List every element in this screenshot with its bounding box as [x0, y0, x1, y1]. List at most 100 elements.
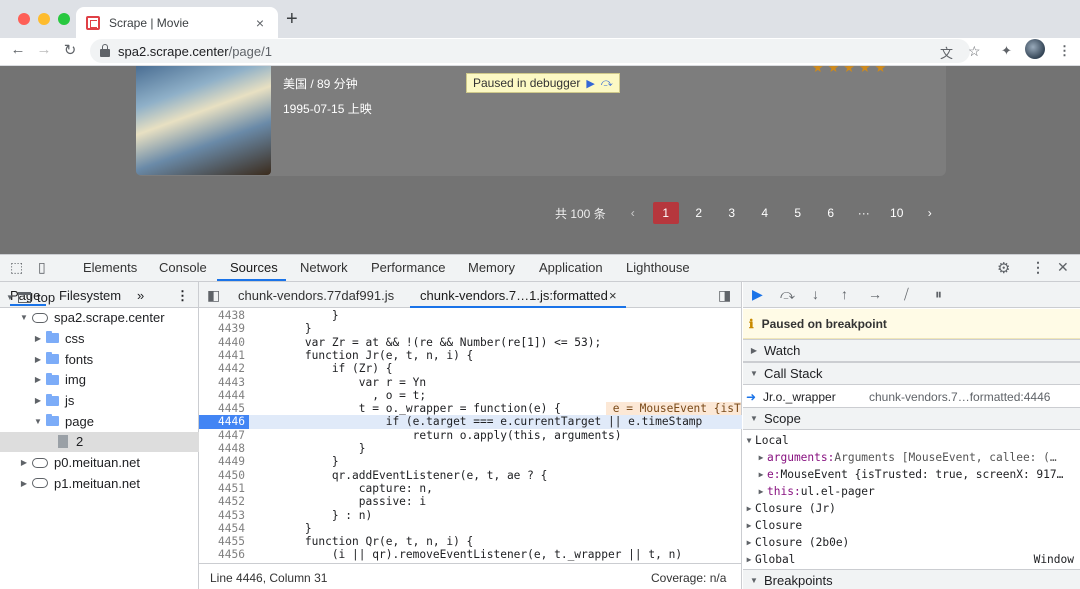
tree-item[interactable]: ▶ css: [0, 328, 199, 348]
tab-lighthouse[interactable]: Lighthouse: [626, 260, 690, 275]
line-number[interactable]: 4456: [199, 548, 245, 561]
code-line[interactable]: 4455 function Qr(e, t, n, i) {: [199, 535, 742, 548]
tree-item[interactable]: ▼ page: [0, 411, 199, 431]
pager-next-button[interactable]: ›: [917, 202, 943, 224]
line-number[interactable]: 4442: [199, 362, 245, 375]
zoom-window-button[interactable]: [58, 13, 70, 25]
line-number[interactable]: 4449: [199, 455, 245, 468]
code-line[interactable]: 4439 }: [199, 322, 742, 335]
line-number[interactable]: 4444: [199, 389, 245, 402]
code-line[interactable]: 4447 return o.apply(this, arguments): [199, 429, 742, 442]
call-stack-section-header[interactable]: ▼ Call Stack: [743, 362, 1080, 385]
line-number[interactable]: 4448: [199, 442, 245, 455]
global-row[interactable]: ▶ Global Window: [743, 551, 1080, 568]
pager-page-4[interactable]: 4: [752, 202, 778, 224]
breakpoint-line[interactable]: 4446 if (e.target === e.currentTarget ||…: [199, 415, 742, 429]
new-tab-button[interactable]: +: [286, 8, 298, 31]
code-line[interactable]: 4444 , o = t;: [199, 389, 742, 402]
tree-item[interactable]: ▶ img: [0, 370, 199, 390]
resume-script-icon[interactable]: ▶: [752, 286, 763, 303]
tab-elements[interactable]: Elements: [83, 260, 137, 275]
address-bar[interactable]: spa2.scrape.center/page/1: [90, 39, 970, 63]
line-number[interactable]: 4441: [199, 349, 245, 362]
step-into-icon[interactable]: ↓: [812, 286, 819, 302]
code-line[interactable]: 4442 if (Zr) {: [199, 362, 742, 375]
code-line[interactable]: 4456 (i || qr).removeEventListener(e, t.…: [199, 548, 742, 561]
tree-item[interactable]: ▼ spa2.scrape.center: [0, 308, 199, 328]
close-window-button[interactable]: [18, 13, 30, 25]
code-line[interactable]: 4449 }: [199, 455, 742, 468]
editor-tab-formatted[interactable]: chunk-vendors.7…1.js:formatted: [420, 288, 608, 303]
line-number[interactable]: 4438: [199, 309, 245, 322]
toggle-debugger-icon[interactable]: ◨: [718, 287, 731, 304]
resume-icon[interactable]: ▶: [586, 77, 594, 90]
tab-console[interactable]: Console: [159, 260, 207, 275]
editor-tab-minified[interactable]: chunk-vendors.77daf991.js: [238, 288, 394, 303]
pager-page-3[interactable]: 3: [719, 202, 745, 224]
scope-var-row[interactable]: ▶ e: MouseEvent {isTrusted: true, screenX…: [743, 466, 1080, 483]
browser-tab[interactable]: Scrape | Movie ×: [76, 7, 278, 38]
step-over-icon[interactable]: ⤼: [601, 77, 613, 90]
forward-arrow-icon[interactable]: →: [34, 41, 54, 58]
tab-memory[interactable]: Memory: [468, 260, 515, 275]
line-number[interactable]: 4443: [199, 376, 245, 389]
line-number[interactable]: 4451: [199, 482, 245, 495]
pager-prev-button[interactable]: ‹: [620, 202, 646, 224]
translate-icon[interactable]: 文: [940, 43, 953, 62]
code-line[interactable]: 4451 capture: n,: [199, 482, 742, 495]
closure-row[interactable]: ▶ Closure: [743, 517, 1080, 534]
devtools-menu-icon[interactable]: ⋮: [1031, 259, 1045, 276]
code-line[interactable]: 4445 t = o._wrapper = function(e) { e = …: [199, 402, 742, 416]
tab-performance[interactable]: Performance: [371, 260, 445, 275]
closure-row[interactable]: ▶ Closure (Jr): [743, 500, 1080, 517]
code-line[interactable]: 4448 }: [199, 442, 742, 455]
step-icon[interactable]: →: [868, 286, 882, 302]
line-number[interactable]: 4454: [199, 522, 245, 535]
minimize-window-button[interactable]: [38, 13, 50, 25]
pager-page-2[interactable]: 2: [686, 202, 712, 224]
line-number[interactable]: 4440: [199, 336, 245, 349]
code-line[interactable]: 4441 function Jr(e, t, n, i) {: [199, 349, 742, 362]
pause-on-exceptions-icon[interactable]: ⏸: [935, 286, 942, 303]
tab-close-icon[interactable]: ×: [252, 15, 268, 31]
code-line[interactable]: 4452 passive: i: [199, 495, 742, 508]
tab-sources[interactable]: Sources: [230, 260, 278, 275]
line-number[interactable]: 4452: [199, 495, 245, 508]
line-number[interactable]: 4455: [199, 535, 245, 548]
line-number[interactable]: 4450: [199, 469, 245, 482]
tree-item[interactable]: 2: [0, 431, 199, 452]
tree-item[interactable]: ▶ js: [0, 391, 199, 411]
pager-page-10[interactable]: 10: [884, 202, 910, 224]
watch-section-header[interactable]: ▶ Watch: [743, 339, 1080, 362]
breakpoints-section-header[interactable]: ▼ Breakpoints: [743, 569, 1080, 589]
step-over-icon[interactable]: ⤼: [780, 286, 795, 303]
step-out-icon[interactable]: ↑: [841, 286, 848, 302]
code-line[interactable]: 4450 qr.addEventListener(e, t, ae ? {: [199, 469, 742, 482]
tab-application[interactable]: Application: [539, 260, 603, 275]
deactivate-breakpoints-icon[interactable]: ⧸: [904, 286, 909, 303]
device-toolbar-icon[interactable]: ▯: [38, 259, 46, 276]
movie-poster[interactable]: [136, 66, 271, 175]
tab-network[interactable]: Network: [300, 260, 348, 275]
tree-item[interactable]: ▶ p1.meituan.net: [0, 473, 199, 493]
code-line[interactable]: 4453 } : n): [199, 509, 742, 522]
pager-page-1[interactable]: 1: [652, 202, 679, 224]
call-frame-row[interactable]: ➜ Jr.o._wrapper chunk-vendors.7…formatte…: [743, 387, 1080, 407]
settings-gear-icon[interactable]: ⚙: [997, 259, 1010, 277]
line-number[interactable]: 4447: [199, 429, 245, 442]
reload-icon[interactable]: ↻: [60, 41, 80, 59]
pager-ellipsis[interactable]: ···: [851, 202, 877, 224]
pager-page-5[interactable]: 5: [785, 202, 811, 224]
code-view[interactable]: 4438 } 4439 } 4440 var Zr = at && !(re && …: [199, 309, 742, 562]
back-arrow-icon[interactable]: ←: [8, 41, 28, 58]
extensions-puzzle-icon[interactable]: ✦: [1001, 43, 1012, 59]
close-devtools-icon[interactable]: ✕: [1057, 259, 1069, 276]
profile-avatar[interactable]: [1025, 39, 1045, 59]
toggle-navigator-icon[interactable]: ◧: [207, 287, 220, 304]
closure-row[interactable]: ▶ Closure (2b0e): [743, 534, 1080, 551]
breakpoint-line-number[interactable]: 4446: [199, 415, 249, 429]
tree-item[interactable]: ▶ fonts: [0, 349, 199, 369]
line-number[interactable]: 4453: [199, 509, 245, 522]
tree-item[interactable]: ▶ p0.meituan.net: [0, 453, 199, 473]
tree-item[interactable]: ▼ top: [0, 287, 199, 307]
